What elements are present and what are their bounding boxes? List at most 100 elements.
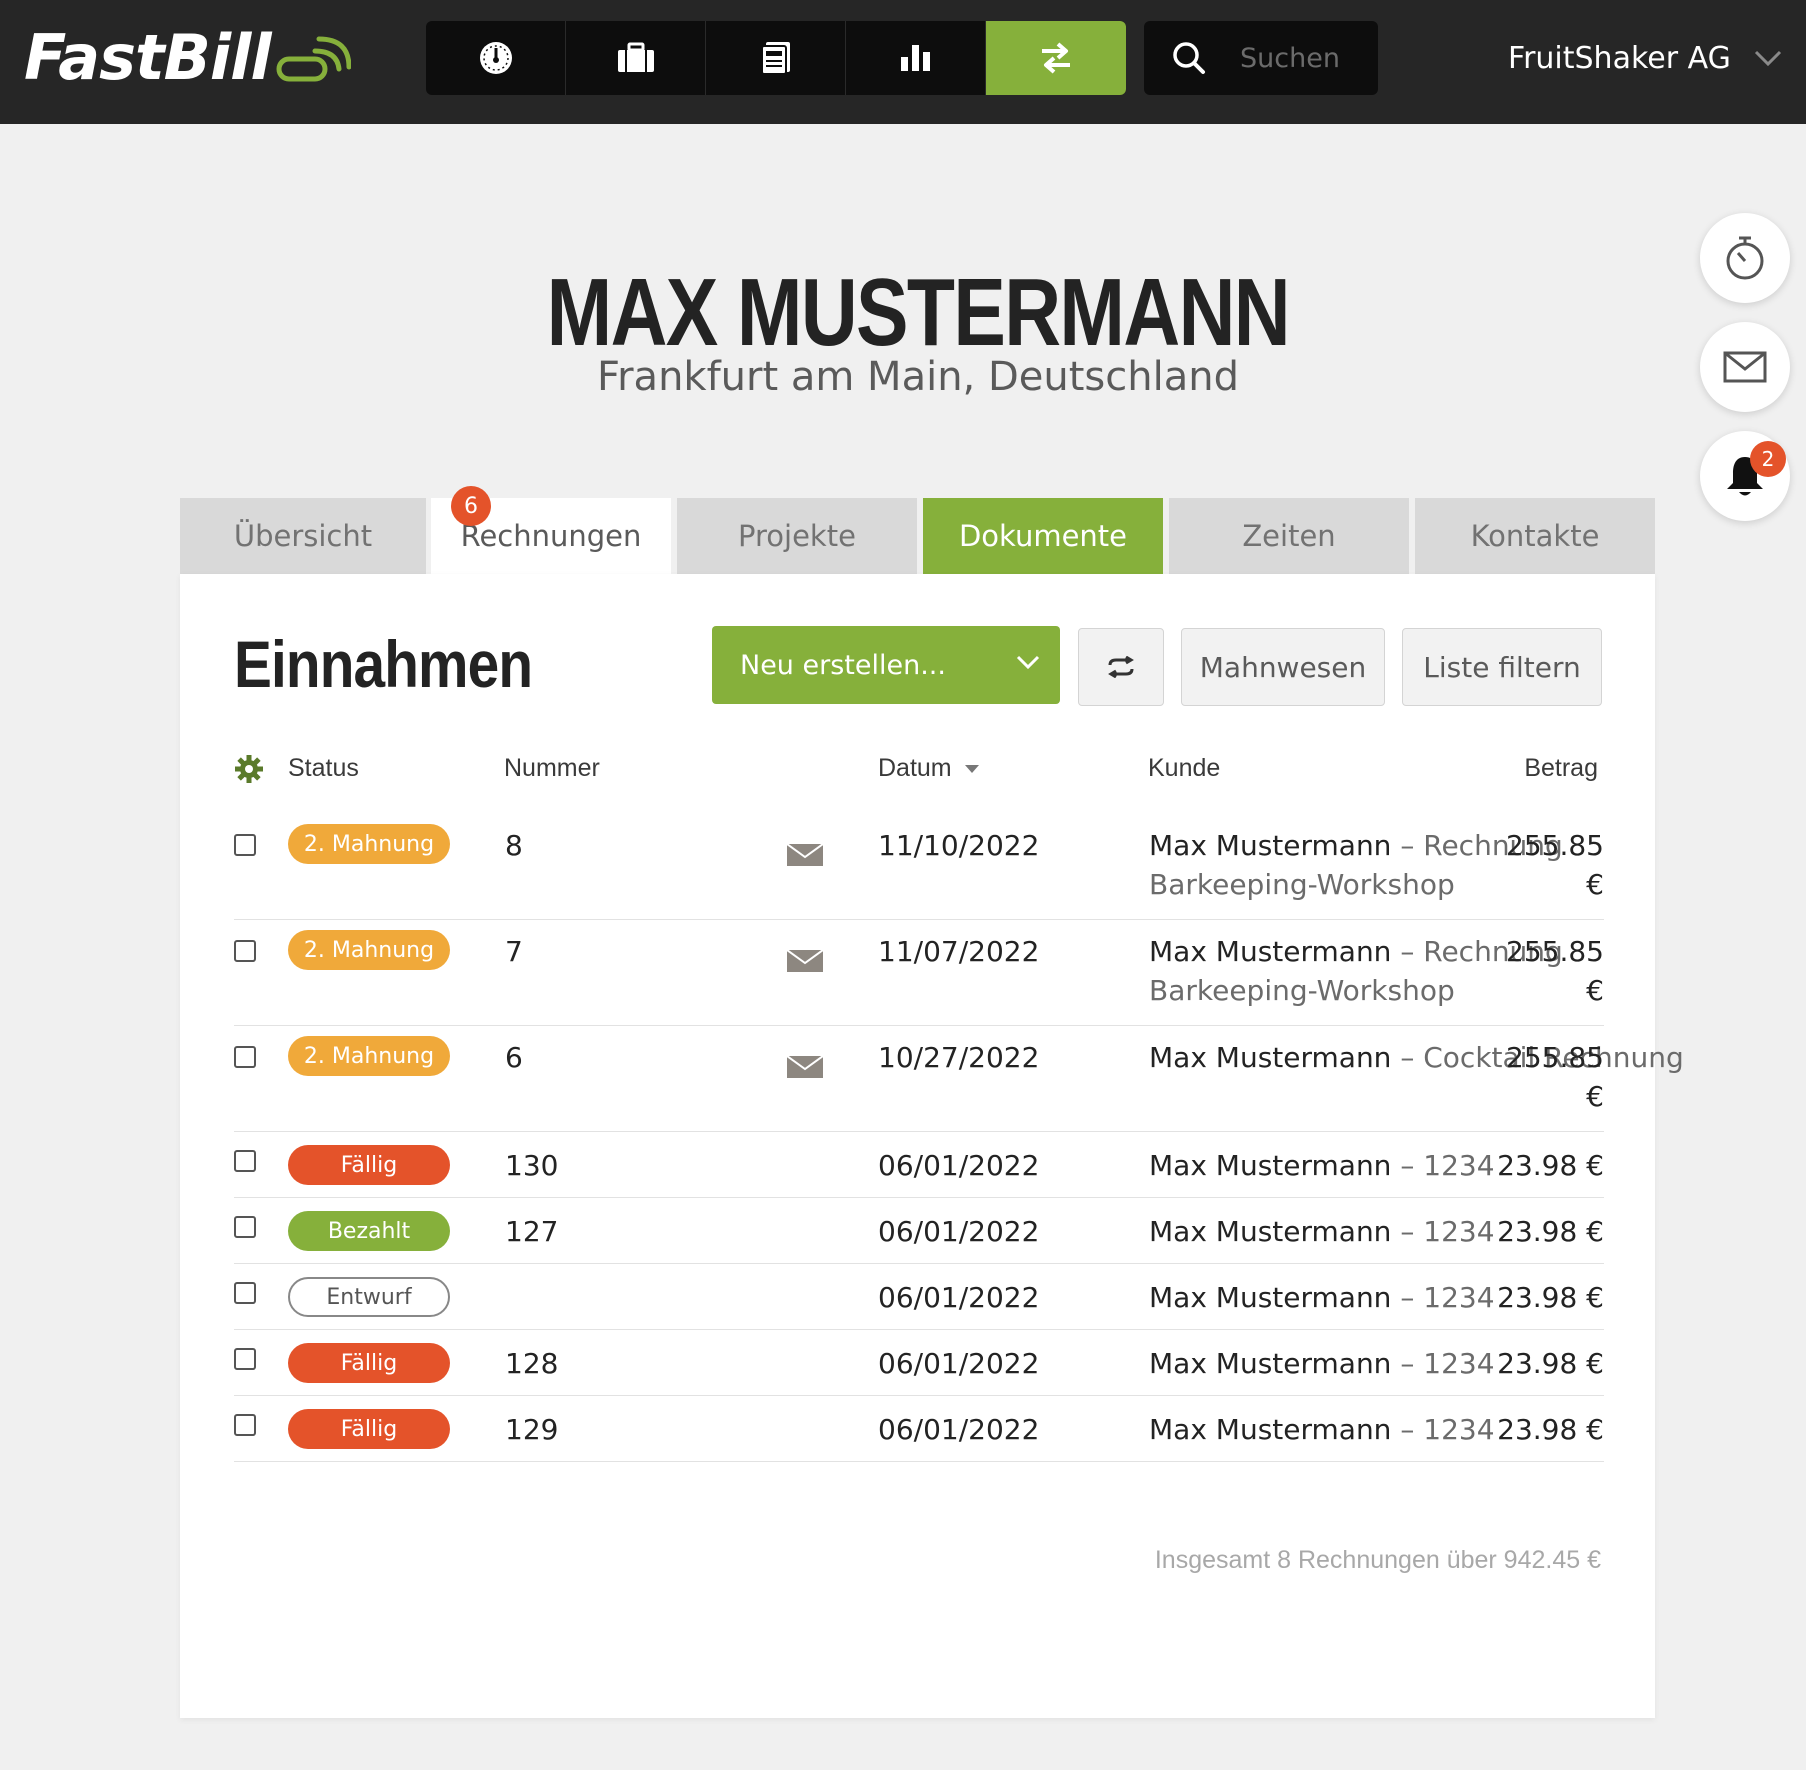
tab-label: Rechnungen: [460, 519, 642, 553]
create-new-dropdown[interactable]: Neu erstellen...: [712, 626, 1060, 704]
invoice-amount: 23.98 €: [1497, 1215, 1604, 1248]
tab-label: Projekte: [738, 519, 856, 553]
row-checkbox[interactable]: [234, 834, 256, 856]
invoice-amount: 23.98 €: [1497, 1149, 1604, 1182]
status-badge: Fällig: [288, 1343, 450, 1383]
tab-documents[interactable]: Dokumente: [923, 498, 1163, 574]
row-checkbox[interactable]: [234, 1282, 256, 1304]
table-row[interactable]: 2. Mahnung 8 11/10/2022 Max Mustermann –…: [234, 814, 1604, 920]
invoice-date: 06/01/2022: [878, 1413, 1040, 1446]
row-checkbox[interactable]: [234, 1348, 256, 1370]
customer-name: Max Mustermann: [1149, 1281, 1392, 1314]
invoice-number: 7: [505, 935, 523, 968]
company-switcher[interactable]: FruitShaker AG: [1508, 36, 1783, 80]
mail-sent-icon: [787, 950, 823, 972]
notifications-button[interactable]: 2: [1700, 431, 1790, 521]
invoice-amount: 23.98 €: [1497, 1281, 1604, 1314]
invoice-date: 06/01/2022: [878, 1347, 1040, 1380]
customer-name: Max Mustermann: [1149, 1041, 1392, 1074]
contact-name: MAX MUSTERMANN: [546, 259, 1291, 366]
table-row[interactable]: 2. Mahnung 7 11/07/2022 Max Mustermann –…: [234, 920, 1604, 1026]
dunning-label: Mahnwesen: [1199, 650, 1367, 684]
invoice-number: 129: [505, 1413, 559, 1446]
invoice-customer[interactable]: Max Mustermann – 1234: [1149, 1344, 1719, 1383]
row-checkbox[interactable]: [234, 1414, 256, 1436]
invoice-customer[interactable]: Max Mustermann – Rechnung Barkeeping-Wor…: [1149, 932, 1689, 1010]
dunning-button[interactable]: Mahnwesen: [1181, 628, 1385, 706]
nav-documents[interactable]: [706, 21, 846, 95]
envelope-icon: [1723, 351, 1767, 383]
invoice-customer[interactable]: Max Mustermann – 1234: [1149, 1410, 1719, 1449]
mail-sent-icon: [787, 844, 823, 866]
invoice-customer[interactable]: Max Mustermann – 1234: [1149, 1212, 1719, 1251]
invoice-date: 06/01/2022: [878, 1215, 1040, 1248]
search-box[interactable]: [1144, 21, 1378, 95]
invoice-amount: 255.85 €: [1506, 935, 1604, 1007]
column-header-status[interactable]: Status: [288, 754, 359, 783]
row-checkbox[interactable]: [234, 1216, 256, 1238]
invoice-total-summary: Insgesamt 8 Rechnungen über 942.45 €: [1154, 1546, 1601, 1574]
invoice-number: 127: [505, 1215, 559, 1248]
tab-times[interactable]: Zeiten: [1169, 498, 1409, 574]
invoice-customer[interactable]: Max Mustermann – 1234: [1149, 1146, 1719, 1185]
table-row[interactable]: Fällig 130 06/01/2022 Max Mustermann – 1…: [234, 1132, 1604, 1198]
search-icon: [1173, 42, 1205, 74]
status-badge: Bezahlt: [288, 1211, 450, 1251]
sync-icon: [1108, 656, 1134, 678]
column-header-number[interactable]: Nummer: [504, 754, 600, 783]
invoice-customer[interactable]: Max Mustermann – Cocktail Rechnung: [1149, 1038, 1689, 1077]
tab-invoices[interactable]: 6 Rechnungen: [431, 486, 671, 574]
status-badge: 2. Mahnung: [288, 1036, 450, 1076]
invoice-count-badge: 6: [451, 486, 491, 526]
nav-dashboard[interactable]: [426, 21, 566, 95]
contact-location: Frankfurt am Main, Deutschland: [597, 354, 1239, 400]
customer-name: Max Mustermann: [1149, 1347, 1392, 1380]
nav-projects[interactable]: [566, 21, 706, 95]
column-header-customer[interactable]: Kunde: [1148, 754, 1220, 783]
column-header-amount[interactable]: Betrag: [1524, 754, 1598, 783]
create-new-label: Neu erstellen...: [740, 649, 946, 681]
row-checkbox[interactable]: [234, 940, 256, 962]
invoice-description: 1234: [1423, 1149, 1495, 1182]
gear-icon[interactable]: [234, 754, 264, 784]
table-header: Status Nummer Datum Kunde Betrag: [234, 754, 1604, 794]
row-checkbox[interactable]: [234, 1046, 256, 1068]
customer-name: Max Mustermann: [1149, 1413, 1392, 1446]
table-row[interactable]: Fällig 129 06/01/2022 Max Mustermann – 1…: [234, 1396, 1604, 1462]
fastbill-logo[interactable]: FastBill: [24, 21, 351, 94]
status-badge: Entwurf: [288, 1277, 450, 1317]
table-row[interactable]: Bezahlt 127 06/01/2022 Max Mustermann – …: [234, 1198, 1604, 1264]
logo-signal-icon: [276, 36, 351, 82]
nav-reports[interactable]: [846, 21, 986, 95]
customer-name: Max Mustermann: [1149, 829, 1392, 862]
table-row[interactable]: 2. Mahnung 6 10/27/2022 Max Mustermann –…: [234, 1026, 1684, 1132]
section-title: Einnahmen: [234, 627, 533, 701]
timer-button[interactable]: [1700, 213, 1790, 303]
sync-button[interactable]: [1078, 628, 1164, 706]
invoice-customer[interactable]: Max Mustermann – Rechnung Barkeeping-Wor…: [1149, 826, 1689, 904]
mail-button[interactable]: [1700, 322, 1790, 412]
invoice-number: 6: [505, 1041, 523, 1074]
tab-contacts[interactable]: Kontakte: [1415, 498, 1655, 574]
invoice-amount: 255.85 €: [1506, 1041, 1604, 1113]
invoice-date: 10/27/2022: [878, 1041, 1040, 1074]
document-icon: [760, 42, 790, 75]
row-checkbox[interactable]: [234, 1150, 256, 1172]
nav-transactions[interactable]: [986, 21, 1126, 95]
customer-name: Max Mustermann: [1149, 1149, 1392, 1182]
tab-projects[interactable]: Projekte: [677, 498, 917, 574]
tab-label: Übersicht: [233, 519, 373, 553]
customer-name: Max Mustermann: [1149, 935, 1392, 968]
filter-list-button[interactable]: Liste filtern: [1402, 628, 1602, 706]
tab-overview[interactable]: Übersicht: [180, 498, 426, 574]
column-header-date[interactable]: Datum: [878, 754, 979, 783]
tab-label: Zeiten: [1242, 519, 1336, 553]
status-badge: Fällig: [288, 1145, 450, 1185]
invoice-date: 11/10/2022: [878, 829, 1040, 862]
invoice-customer[interactable]: Max Mustermann – 1234: [1149, 1278, 1719, 1317]
table-row[interactable]: Fällig 128 06/01/2022 Max Mustermann – 1…: [234, 1330, 1604, 1396]
invoice-number: 8: [505, 829, 523, 862]
table-row[interactable]: Entwurf 06/01/2022 Max Mustermann – 1234…: [234, 1264, 1604, 1330]
invoice-number: 128: [505, 1347, 559, 1380]
search-input[interactable]: [1240, 42, 1360, 74]
